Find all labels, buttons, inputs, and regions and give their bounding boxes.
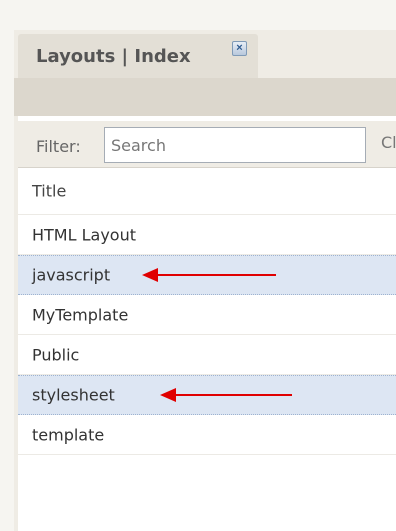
table-row[interactable]: stylesheet bbox=[18, 375, 396, 415]
row-title: javascript bbox=[32, 265, 111, 285]
row-title: template bbox=[32, 425, 105, 444]
tab-title: Layouts | Index bbox=[36, 46, 191, 67]
red-arrow-icon bbox=[160, 388, 292, 402]
row-title: Public bbox=[32, 345, 80, 364]
toolbar-band bbox=[14, 78, 396, 116]
filter-bar: Filter: Cl bbox=[18, 121, 396, 168]
layouts-table: Title HTML Layout javascript MyTemplate … bbox=[18, 168, 396, 455]
table-row[interactable]: javascript bbox=[18, 255, 396, 295]
table-row[interactable]: template bbox=[18, 415, 396, 455]
row-title: HTML Layout bbox=[32, 225, 136, 244]
table-header[interactable]: Title bbox=[18, 168, 396, 215]
row-title: MyTemplate bbox=[32, 305, 129, 324]
close-icon[interactable]: × bbox=[232, 41, 247, 56]
red-arrow-icon bbox=[142, 268, 276, 282]
clear-button[interactable]: Cl bbox=[381, 133, 396, 152]
table-row[interactable]: HTML Layout bbox=[18, 215, 396, 255]
column-header-title: Title bbox=[32, 181, 67, 201]
tab-layouts-index[interactable]: Layouts | Index × bbox=[18, 34, 258, 78]
search-input[interactable] bbox=[104, 127, 366, 163]
table-row[interactable]: Public bbox=[18, 335, 396, 375]
filter-label: Filter: bbox=[36, 137, 81, 156]
row-title: stylesheet bbox=[32, 385, 115, 405]
table-row[interactable]: MyTemplate bbox=[18, 295, 396, 335]
